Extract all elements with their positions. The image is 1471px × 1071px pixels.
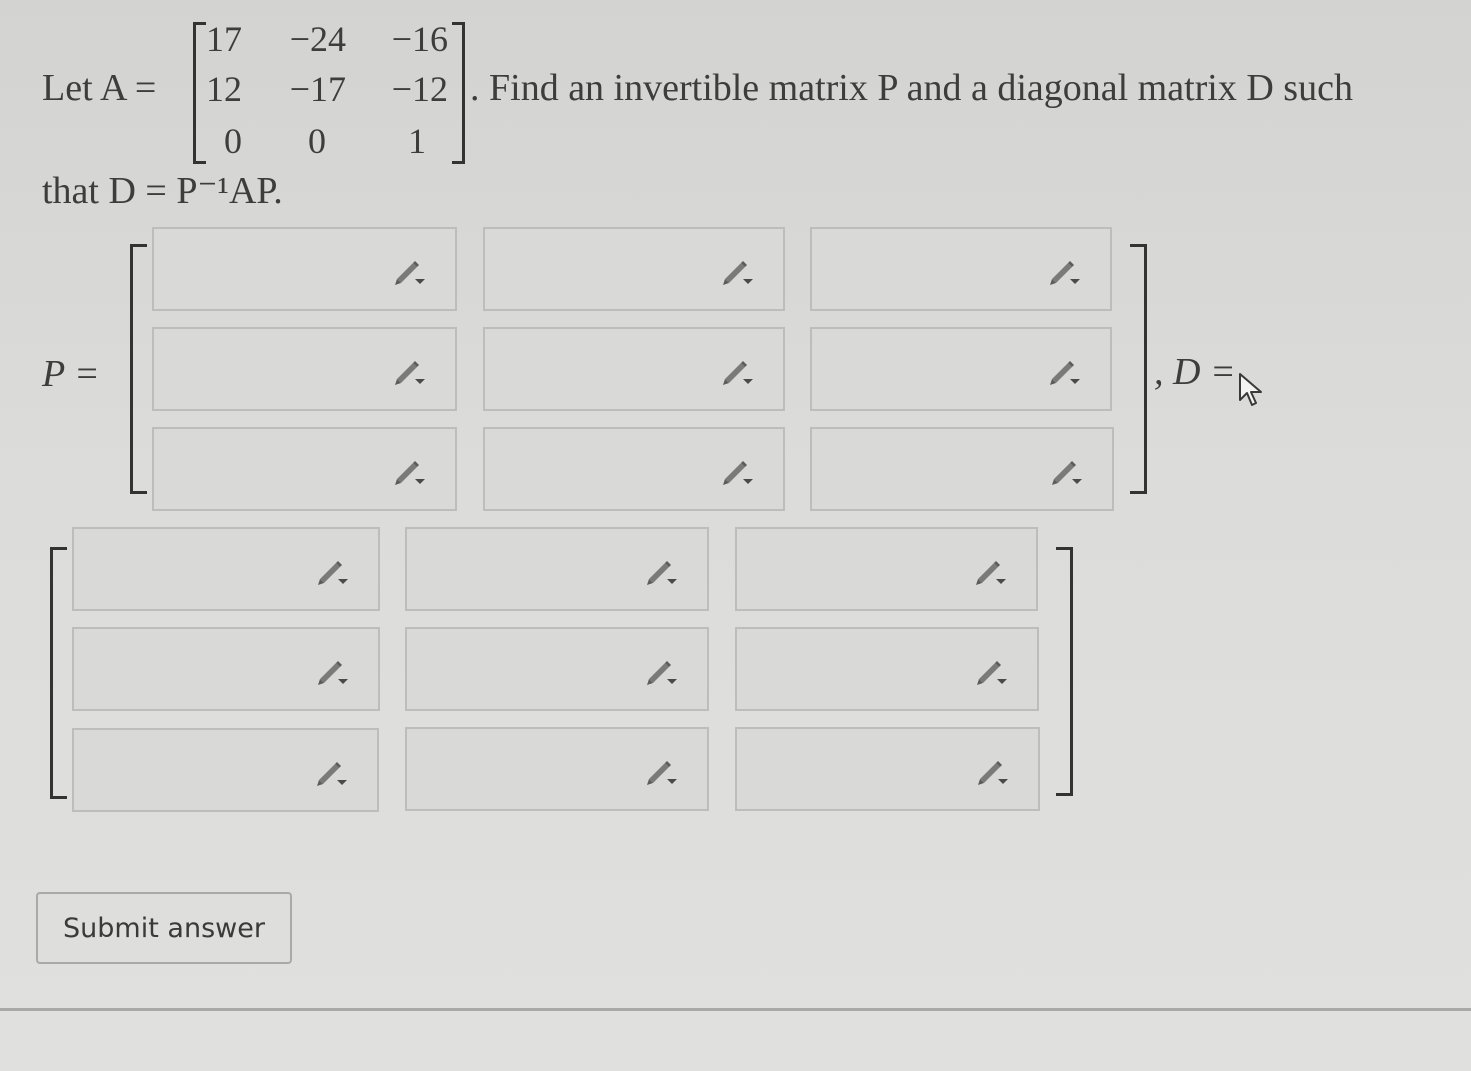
pencil-dropdown-icon[interactable] bbox=[1048, 457, 1086, 487]
p-input[interactable] bbox=[483, 427, 785, 511]
matrix-a-cell: 1 bbox=[408, 121, 426, 161]
d-label: , D = bbox=[1154, 351, 1236, 393]
p-input[interactable] bbox=[152, 327, 457, 411]
sentence-rest: . Find an invertible matrix P and a diag… bbox=[470, 67, 1353, 109]
pencil-dropdown-icon[interactable] bbox=[973, 657, 1011, 687]
d-input[interactable] bbox=[405, 727, 709, 811]
pencil-dropdown-icon[interactable] bbox=[643, 557, 681, 587]
pencil-dropdown-icon[interactable] bbox=[719, 257, 757, 287]
pencil-dropdown-icon[interactable] bbox=[643, 657, 681, 687]
d-left-bracket bbox=[50, 547, 67, 799]
pencil-dropdown-icon[interactable] bbox=[974, 757, 1012, 787]
p-input[interactable] bbox=[810, 427, 1114, 511]
p-input[interactable] bbox=[152, 427, 457, 511]
pencil-dropdown-icon[interactable] bbox=[391, 257, 429, 287]
d-input[interactable] bbox=[405, 627, 709, 711]
d-input[interactable] bbox=[72, 627, 380, 711]
matrix-a-cell: 0 bbox=[224, 121, 242, 161]
pencil-dropdown-icon[interactable] bbox=[643, 757, 681, 787]
question-line2: that D = P⁻¹AP. bbox=[42, 168, 283, 213]
pencil-dropdown-icon[interactable] bbox=[314, 657, 352, 687]
p-right-bracket bbox=[1130, 244, 1147, 494]
pencil-dropdown-icon[interactable] bbox=[314, 557, 352, 587]
d-input[interactable] bbox=[405, 527, 709, 611]
matrix-a-cell: 12 bbox=[206, 69, 242, 109]
pencil-dropdown-icon[interactable] bbox=[1046, 257, 1084, 287]
pencil-dropdown-icon[interactable] bbox=[972, 557, 1010, 587]
matrix-a-cell: −12 bbox=[391, 69, 448, 109]
matrix-a-cell: −17 bbox=[289, 69, 346, 109]
let-label: Let A = bbox=[42, 67, 157, 109]
d-input[interactable] bbox=[735, 627, 1039, 711]
submit-answer-button[interactable]: Submit answer bbox=[36, 892, 292, 964]
p-input[interactable] bbox=[810, 327, 1112, 411]
pencil-dropdown-icon[interactable] bbox=[391, 457, 429, 487]
d-input[interactable] bbox=[735, 727, 1040, 811]
question-rest: . Find an invertible matrix P and a diag… bbox=[470, 66, 1353, 110]
p-input[interactable] bbox=[810, 227, 1112, 311]
p-left-bracket bbox=[130, 244, 147, 494]
pencil-dropdown-icon[interactable] bbox=[719, 357, 757, 387]
p-input[interactable] bbox=[152, 227, 457, 311]
d-input[interactable] bbox=[72, 527, 380, 611]
d-input[interactable] bbox=[735, 527, 1038, 611]
question-line2-text: that D = P⁻¹AP. bbox=[42, 170, 283, 212]
d-right-bracket bbox=[1056, 547, 1073, 796]
p-label: P = bbox=[42, 353, 100, 395]
pencil-dropdown-icon[interactable] bbox=[1046, 357, 1084, 387]
mouse-cursor-icon bbox=[1239, 373, 1262, 406]
pencil-dropdown-icon[interactable] bbox=[391, 357, 429, 387]
p-input[interactable] bbox=[483, 227, 785, 311]
matrix-a-cell: 17 bbox=[206, 19, 242, 59]
question-let: Let A = bbox=[42, 66, 156, 110]
p-input[interactable] bbox=[483, 327, 785, 411]
d-input[interactable] bbox=[72, 728, 379, 812]
matrix-a-right-bracket bbox=[452, 22, 465, 164]
matrix-a-cell: −16 bbox=[391, 19, 448, 59]
matrix-a-cell: −24 bbox=[289, 19, 346, 59]
pencil-dropdown-icon[interactable] bbox=[313, 758, 351, 788]
matrix-a-cell: 0 bbox=[308, 121, 326, 161]
pencil-dropdown-icon[interactable] bbox=[719, 457, 757, 487]
divider bbox=[0, 1008, 1471, 1011]
